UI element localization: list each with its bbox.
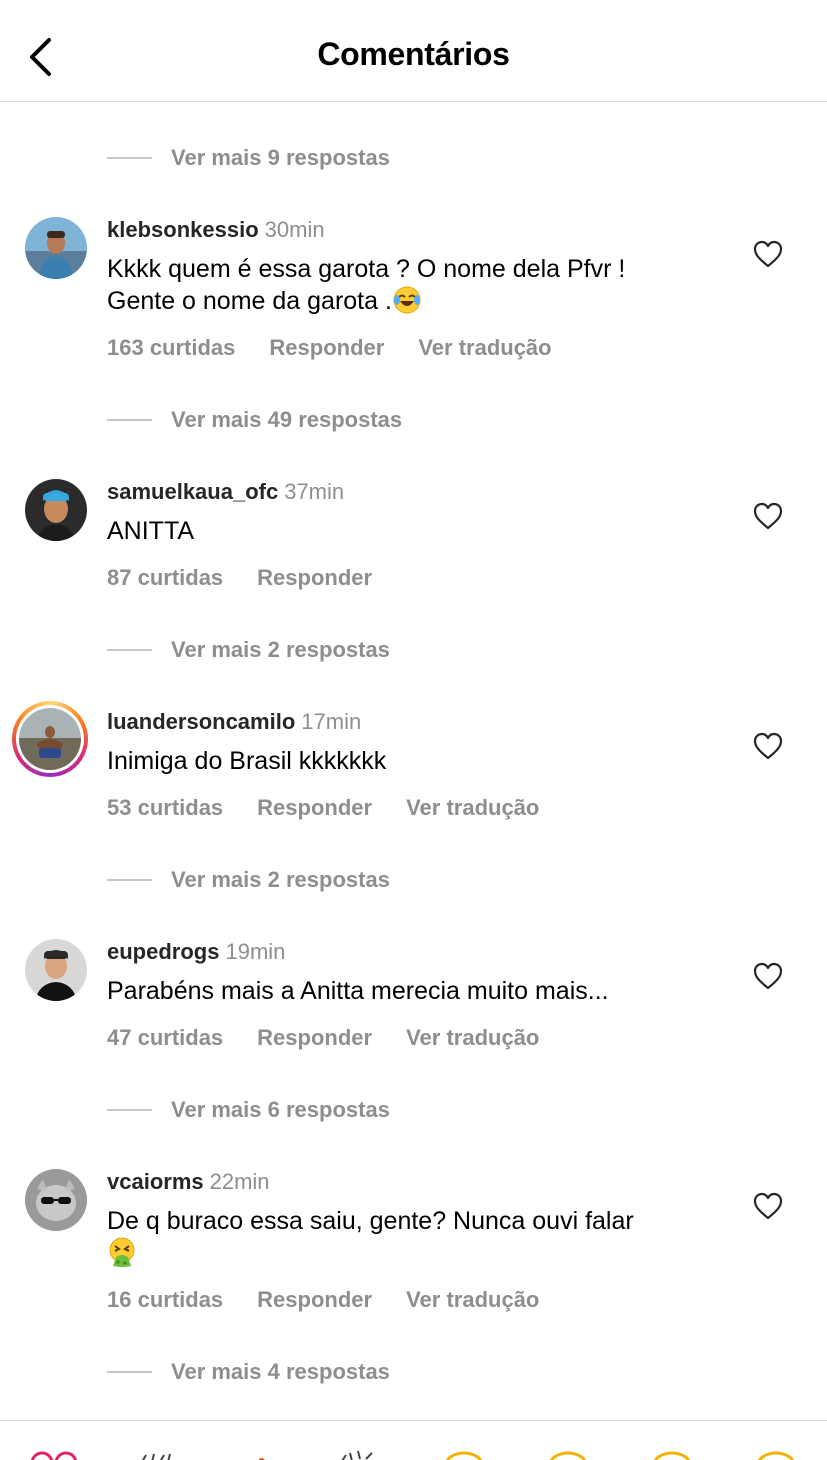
comment-text-line: De q buraco essa saiu, gente? Nunca ouvi… [107,1207,634,1235]
comment-text-line: Kkkk quem é essa garota ? O nome dela Pf… [107,255,626,283]
reply-thread-line [107,879,152,881]
translate-button[interactable]: Ver tradução [406,795,539,821]
view-more-replies[interactable]: Ver mais 2 respostas [107,635,390,665]
reply-button[interactable]: Responder [257,1025,372,1051]
heart-outline-icon[interactable] [752,961,784,991]
heart-outline-icon[interactable] [752,731,784,761]
comment-text: ANITTA [107,515,727,547]
view-more-label: Ver mais 49 respostas [171,407,403,432]
avatar[interactable] [25,1169,87,1231]
comment-username[interactable]: luandersoncamilo [107,709,295,734]
quick-emoji-heart-eyes[interactable] [30,1451,78,1460]
comment-username[interactable]: vcaiorms [107,1169,204,1194]
view-more-label: Ver mais 2 respostas [171,637,390,662]
comment-text: Inimiga do Brasil kkkkkkk [107,745,727,777]
quick-emoji-smile-2[interactable] [548,1451,588,1460]
comment-text-line: ANITTA [107,517,195,545]
comment-time: 17min [301,709,362,734]
view-more-replies[interactable]: Ver mais 4 respostas [107,1357,390,1387]
heart-outline-icon[interactable] [752,239,784,269]
heart-outline-icon[interactable] [752,501,784,531]
comment-time: 30min [264,217,325,242]
quick-emoji-clap[interactable] [138,1453,178,1460]
header: Comentários [0,0,827,102]
translate-button[interactable]: Ver tradução [406,1025,539,1051]
vomiting-face-emoji [107,1237,137,1267]
view-more-label: Ver mais 9 respostas [171,145,390,170]
quick-emoji-smile-3[interactable] [652,1451,692,1460]
view-more-replies[interactable]: Ver mais 9 respostas [107,143,390,173]
quick-emoji-smile-4[interactable] [756,1451,796,1460]
translate-button[interactable]: Ver tradução [418,335,551,361]
reply-thread-line [107,157,152,159]
comment-text: Kkkk quem é essa garota ? O nome dela Pf… [107,253,727,317]
reply-button[interactable]: Responder [257,795,372,821]
likes-count[interactable]: 163 curtidas [107,335,235,361]
reply-thread-line [107,1109,152,1111]
comment-username[interactable]: samuelkaua_ofc [107,479,278,504]
reply-thread-line [107,1371,152,1373]
avatar[interactable] [25,479,87,541]
likes-count[interactable]: 16 curtidas [107,1287,223,1313]
view-more-replies[interactable]: Ver mais 6 respostas [107,1095,390,1125]
avatar[interactable] [25,217,87,279]
comment-time: 19min [225,939,286,964]
view-more-label: Ver mais 4 respostas [171,1359,390,1384]
quick-emoji-sparkles[interactable] [338,1449,382,1460]
heart-outline-icon[interactable] [752,1191,784,1221]
translate-button[interactable]: Ver tradução [406,1287,539,1313]
reply-button[interactable]: Responder [269,335,384,361]
page-title: Comentários [317,36,510,72]
comment-text: Parabéns mais a Anitta merecia muito mai… [107,975,727,1007]
comment-text-line: Gente o nome da garota . [107,285,727,317]
avatar-with-story-ring[interactable] [12,701,88,777]
comment-username[interactable]: klebsonkessio [107,217,259,242]
comment-text-fragment: Gente o nome da garota . [107,287,392,315]
reply-button[interactable]: Responder [257,565,372,591]
view-more-label: Ver mais 6 respostas [171,1097,390,1122]
view-more-replies[interactable]: Ver mais 2 respostas [107,865,390,895]
quick-emoji-bar [0,1420,827,1460]
reply-thread-line [107,419,152,421]
likes-count[interactable]: 53 curtidas [107,795,223,821]
likes-count[interactable]: 47 curtidas [107,1025,223,1051]
quick-emoji-smile-1[interactable] [444,1451,484,1460]
reply-thread-line [107,649,152,651]
comment-text-line: Inimiga do Brasil kkkkkkk [107,747,387,775]
quick-emoji-fire[interactable] [255,1453,273,1460]
view-more-replies[interactable]: Ver mais 49 respostas [107,405,402,435]
avatar[interactable] [25,939,87,1001]
comment-username[interactable]: eupedrogs [107,939,219,964]
comment-text: De q buraco essa saiu, gente? Nunca ouvi… [107,1205,727,1269]
comment-time: 22min [209,1169,270,1194]
laughing-tears-emoji [392,285,422,315]
reply-button[interactable]: Responder [257,1287,372,1313]
comment-time: 37min [284,479,345,504]
comment-text-line: Parabéns mais a Anitta merecia muito mai… [107,977,609,1005]
likes-count[interactable]: 87 curtidas [107,565,223,591]
view-more-label: Ver mais 2 respostas [171,867,390,892]
comment-text-line [107,1237,727,1269]
